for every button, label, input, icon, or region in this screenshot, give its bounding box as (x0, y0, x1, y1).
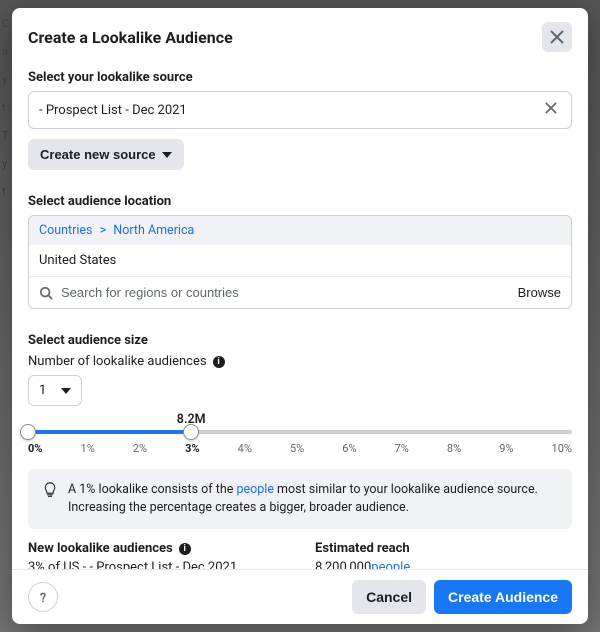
source-value: - Prospect List - Dec 2021 (39, 103, 187, 118)
hint-link[interactable]: people (236, 482, 273, 497)
close-button[interactable] (542, 22, 572, 52)
create-lookalike-modal: Create a Lookalike Audience Select your … (12, 8, 588, 624)
location-box: Countries > North America United States … (28, 215, 572, 309)
new-audiences-text: 3% of US - - Prospect List - Dec 2021 (28, 560, 285, 569)
slider-tick: 2% (133, 442, 147, 455)
slider-tick: 10% (552, 442, 572, 455)
location-search-row: Browse (29, 276, 571, 308)
summary-row: New lookalike audiences i 3% of US - - P… (28, 541, 572, 569)
modal-header: Create a Lookalike Audience (12, 8, 588, 60)
estimated-reach-text: 8,200,000people (315, 560, 572, 569)
location-search-input[interactable] (61, 285, 510, 300)
create-audience-button[interactable]: Create Audience (434, 580, 572, 614)
breadcrumb-region[interactable]: North America (113, 223, 194, 238)
help-button[interactable] (28, 582, 58, 612)
caret-down-icon (162, 152, 172, 158)
modal-title: Create a Lookalike Audience (28, 28, 233, 47)
location-breadcrumb: Countries > North America (29, 216, 571, 245)
reach-people-link[interactable]: people (371, 560, 410, 569)
size-slider: 8.2M 0%1%2%3%4%5%6%7%8%9%10% (28, 430, 572, 455)
slider-tick: 9% (499, 442, 513, 455)
info-icon[interactable]: i (213, 356, 225, 368)
slider-tick: 8% (447, 442, 461, 455)
slider-tick: 3% (185, 442, 199, 455)
slider-tick: 1% (81, 442, 95, 455)
x-icon (550, 30, 564, 44)
slider-ticks: 0% 1% 2% 3% 4% 5% 6% 7% 8% 9% 10% (28, 442, 572, 455)
breadcrumb-countries[interactable]: Countries (39, 223, 93, 238)
location-selected: United States (29, 245, 571, 276)
clear-source-button[interactable] (541, 97, 561, 123)
slider-tick: 7% (395, 442, 409, 455)
cancel-button[interactable]: Cancel (352, 580, 426, 614)
slider-tick: 4% (238, 442, 252, 455)
browse-button[interactable]: Browse (518, 285, 561, 300)
hint-text: A 1% lookalike consists of the people mo… (68, 481, 558, 517)
hint-box: A 1% lookalike consists of the people mo… (28, 469, 572, 529)
num-audiences-row: Number of lookalike audiences i (28, 354, 572, 369)
num-audiences-value: 1 (39, 383, 46, 398)
slider-handle-start[interactable] (20, 424, 36, 440)
breadcrumb-separator: > (96, 223, 111, 238)
modal-body: Select your lookalike source - Prospect … (12, 60, 588, 569)
x-icon (545, 102, 557, 114)
slider-fill (28, 430, 191, 434)
slider-tick: 0% (28, 442, 42, 455)
source-section-label: Select your lookalike source (28, 70, 572, 85)
num-audiences-label: Number of lookalike audiences (28, 354, 207, 369)
slider-handle-end[interactable] (183, 424, 199, 440)
lightbulb-icon (42, 482, 58, 498)
estimated-reach-label: Estimated reach (315, 541, 572, 556)
slider-tick: 5% (290, 442, 304, 455)
new-audiences-label: New lookalike audiences i (28, 541, 285, 556)
size-section-label: Select audience size (28, 333, 572, 348)
search-icon (39, 286, 53, 300)
source-input[interactable]: - Prospect List - Dec 2021 (28, 91, 572, 129)
question-icon (36, 590, 50, 604)
location-section-label: Select audience location (28, 194, 572, 209)
slider-tick: 6% (342, 442, 356, 455)
num-audiences-dropdown[interactable]: 1 (28, 375, 82, 406)
create-new-source-label: Create new source (40, 147, 156, 162)
create-new-source-button[interactable]: Create new source (28, 139, 184, 170)
slider-track[interactable] (28, 430, 572, 434)
info-icon[interactable]: i (179, 543, 191, 555)
modal-footer: Cancel Create Audience (12, 569, 588, 624)
caret-down-icon (61, 388, 71, 394)
